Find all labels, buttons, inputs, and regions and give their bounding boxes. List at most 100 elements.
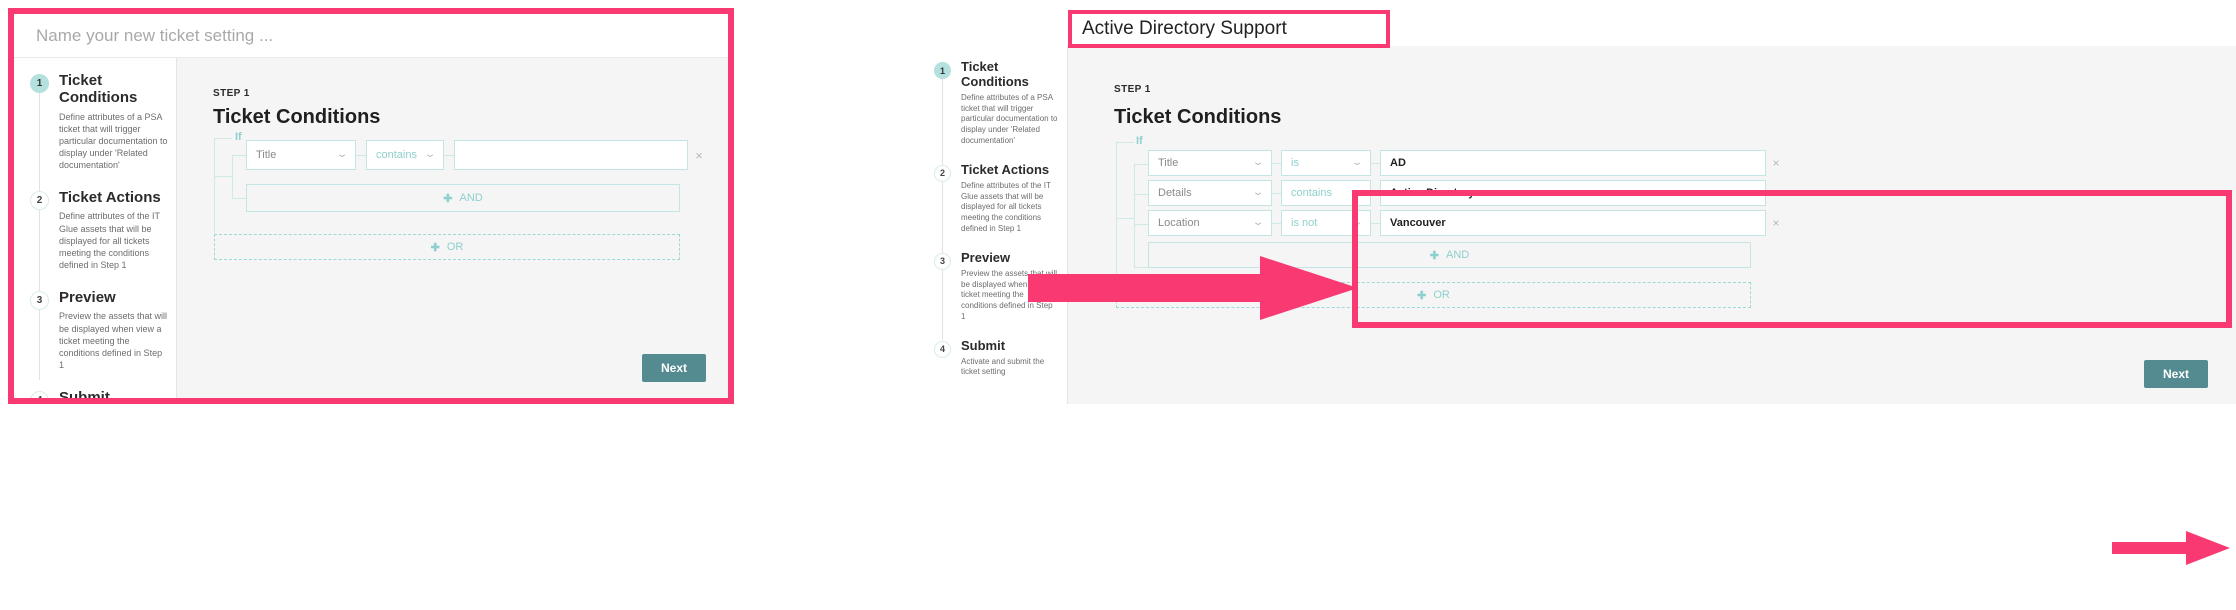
- condition-operator-select[interactable]: contains ⌄: [1281, 180, 1371, 206]
- right-ticket-setting-name-input[interactable]: Active Directory Support: [1082, 18, 1287, 40]
- step-1-badge: 1: [934, 62, 951, 79]
- builder-if-connector: [1116, 142, 1134, 143]
- step-1-title: Ticket Conditions: [961, 59, 1029, 89]
- step-2-desc: Define attributes of the IT Glue assets …: [961, 180, 1051, 233]
- step-2-text: Ticket Actions Define attributes of the …: [49, 189, 168, 271]
- builder-spine: [214, 138, 215, 233]
- chevron-down-icon: ⌄: [1350, 157, 1364, 168]
- condition-operator-value: is not: [1291, 217, 1318, 229]
- left-ticket-setting-name-input[interactable]: Name your new ticket setting ...: [36, 26, 273, 46]
- condition-field-value: Details: [1158, 187, 1192, 199]
- stepper-rail: [942, 78, 943, 340]
- step-1-desc: Define attributes of a PSA ticket that w…: [59, 111, 168, 171]
- remove-condition-icon[interactable]: ×: [688, 149, 710, 162]
- step-4-desc: Activate and submit the ticket setting: [961, 356, 1045, 377]
- left-next-button[interactable]: Next: [642, 354, 706, 382]
- add-and-label: AND: [1445, 249, 1470, 261]
- step-1-title: Ticket Conditions: [59, 72, 138, 107]
- step-4-badge: 4: [934, 340, 951, 358]
- step-2-title: Ticket Actions: [961, 161, 1050, 177]
- step-4-badge: 4: [30, 391, 49, 398]
- right-sidebar-step-1[interactable]: 1 Ticket Conditions Define attributes of…: [926, 59, 1059, 147]
- right-condition-row-3: Location ⌄ is not ⌄ Vancouver ×: [1148, 210, 1786, 236]
- step-2-text: Ticket Actions Define attributes of the …: [951, 161, 1059, 235]
- condition-operator-select[interactable]: is not ⌄: [1281, 210, 1371, 236]
- condition-operator-select[interactable]: contains ⌄: [366, 140, 444, 170]
- step-1-text: Ticket Conditions Define attributes of a…: [49, 72, 168, 171]
- left-content-pane: STEP 1 Ticket Conditions If Title ⌄ cont…: [177, 58, 728, 398]
- condition-field-select[interactable]: Details ⌄: [1148, 180, 1272, 206]
- chevron-down-icon: ⌄: [423, 149, 437, 160]
- builder-row1-connector: [232, 155, 246, 156]
- left-if-label: If: [235, 131, 242, 143]
- step-2-title: Ticket Actions: [59, 189, 161, 207]
- builder-group-spine: [232, 155, 233, 198]
- flow-arrow-next-button: [2112, 531, 2230, 565]
- step-3-text: Preview Preview the assets that will be …: [49, 289, 168, 371]
- right-condition-row-2: Details ⌄ contains ⌄ Active Directory ×: [1148, 180, 1786, 206]
- condition-operator-select[interactable]: is ⌄: [1281, 150, 1371, 176]
- plus-icon: ✚: [1417, 289, 1427, 302]
- flow-arrow-main: [1028, 256, 1358, 320]
- stepper-rail: [39, 92, 40, 380]
- builder-and-connector: [232, 198, 246, 199]
- add-or-label: OR: [446, 241, 464, 253]
- sidebar-step-4[interactable]: 4 Submit Activate and submit the ticket …: [22, 389, 168, 398]
- right-content-pane: STEP 1 Ticket Conditions If Title ⌄ is ⌄…: [1068, 46, 2236, 404]
- left-title-bar[interactable]: Name your new ticket setting ...: [14, 14, 728, 58]
- condition-value-text: Active Directory: [1390, 187, 1475, 199]
- condition-field-value: Title: [256, 149, 277, 161]
- right-title-bar[interactable]: Active Directory Support: [1068, 10, 1390, 48]
- left-add-or-button[interactable]: ✚ OR: [214, 234, 680, 260]
- condition-value-text: Vancouver: [1390, 217, 1446, 229]
- right-sidebar-step-4[interactable]: 4 Submit Activate and submit the ticket …: [926, 337, 1059, 379]
- condition-value-input[interactable]: [454, 140, 688, 170]
- condition-field-select[interactable]: Title ⌄: [1148, 150, 1272, 176]
- left-add-and-button[interactable]: ✚ AND: [246, 184, 680, 212]
- chevron-down-icon: ⌄: [1251, 157, 1265, 168]
- condition-value-input[interactable]: AD: [1380, 150, 1766, 176]
- right-sidebar-step-2[interactable]: 2 Ticket Actions Define attributes of th…: [926, 161, 1059, 235]
- add-and-label: AND: [459, 192, 483, 204]
- condition-value-text: AD: [1390, 157, 1406, 169]
- row-connector-dash: [1272, 162, 1281, 164]
- add-or-label: OR: [1433, 289, 1450, 301]
- row-connector-dash: [1272, 222, 1281, 224]
- step-3-badge: 3: [934, 252, 951, 270]
- row-connector-dash: [444, 154, 454, 156]
- sidebar-step-1[interactable]: 1 Ticket Conditions Define attributes of…: [22, 72, 168, 171]
- right-content-heading: Ticket Conditions: [1114, 106, 1282, 128]
- remove-condition-icon[interactable]: ×: [1766, 157, 1786, 169]
- right-step-label: STEP 1: [1114, 84, 1151, 95]
- builder-group-row-connector: [1116, 218, 1134, 219]
- condition-value-input[interactable]: Active Directory: [1380, 180, 1766, 206]
- condition-field-select[interactable]: Location ⌄: [1148, 210, 1272, 236]
- right-if-label: If: [1136, 135, 1143, 147]
- left-stepper-sidebar: 1 Ticket Conditions Define attributes of…: [14, 58, 177, 398]
- condition-field-select[interactable]: Title ⌄: [246, 140, 356, 170]
- right-stepper-sidebar: 1 Ticket Conditions Define attributes of…: [918, 46, 1068, 404]
- step-3-title: Preview: [59, 289, 116, 307]
- left-step-label: STEP 1: [213, 88, 250, 99]
- screenshot-canvas: Name your new ticket setting ... 1 Ticke…: [0, 0, 2236, 610]
- step-1-text: Ticket Conditions Define attributes of a…: [951, 59, 1059, 147]
- row-connector-dash: [356, 154, 366, 156]
- plus-icon: ✚: [1429, 249, 1439, 262]
- row-connector-dash: [1371, 192, 1380, 194]
- condition-field-value: Title: [1158, 157, 1179, 169]
- step-4-title: Submit: [961, 337, 1006, 353]
- row-connector-dash: [1371, 162, 1380, 164]
- row-connector-dash: [1272, 192, 1281, 194]
- row-connector-dash: [1371, 222, 1380, 224]
- sidebar-step-2[interactable]: 2 Ticket Actions Define attributes of th…: [22, 189, 168, 271]
- sidebar-step-3[interactable]: 3 Preview Preview the assets that will b…: [22, 289, 168, 371]
- right-next-button[interactable]: Next: [2144, 360, 2208, 388]
- remove-condition-icon[interactable]: ×: [1766, 217, 1786, 229]
- step-2-badge: 2: [30, 191, 49, 211]
- step-2-desc: Define attributes of the IT Glue assets …: [59, 211, 160, 271]
- condition-value-input[interactable]: Vancouver: [1380, 210, 1766, 236]
- left-content-heading: Ticket Conditions: [213, 106, 381, 128]
- builder-row3-connector: [1134, 224, 1148, 225]
- remove-condition-icon[interactable]: ×: [1766, 187, 1786, 199]
- chevron-down-icon: ⌄: [1251, 217, 1265, 228]
